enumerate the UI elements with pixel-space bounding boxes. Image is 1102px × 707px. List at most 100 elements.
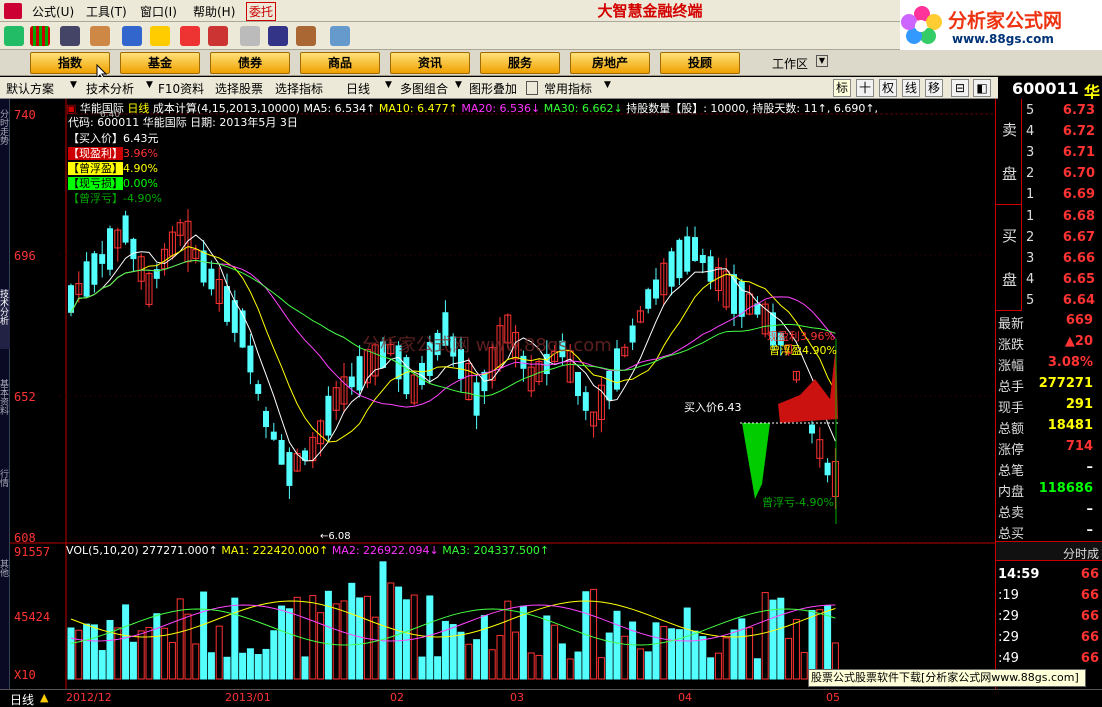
weituo-button[interactable]: 委托 (246, 2, 277, 21)
header-holding: 持股数量【股】: 10000, (626, 102, 749, 115)
tab-dropdown-icon[interactable]: ▼ (604, 80, 611, 90)
tool-crosshair-button[interactable]: 十 (856, 79, 874, 97)
info-current-profit: 【现盈利】3.96% (68, 147, 158, 160)
tab-dropdown-icon[interactable]: ▼ (146, 80, 153, 90)
buy-level-5[interactable]: 5 6.64 (1022, 291, 1102, 312)
info-current-loss: 【现亏损】0.00% (68, 177, 158, 190)
print-icon[interactable] (240, 26, 260, 46)
category-fund-button[interactable]: 基金 (120, 52, 200, 74)
category-service-button[interactable]: 服务 (480, 52, 560, 74)
help-icon[interactable] (330, 26, 350, 46)
volume-bar (324, 590, 332, 680)
kline-chart-panel[interactable]: 740 696 652 608 91557 45424 X10 ▣ 华能国际 日线 成本计… (10, 99, 995, 689)
volume-bar (200, 591, 208, 680)
tab-dropdown-icon[interactable]: ▼ (70, 80, 77, 90)
tool-rights-button[interactable]: 权 (879, 79, 897, 97)
tool-mark-button[interactable]: 标 (833, 79, 851, 97)
tool-line-button[interactable]: 线 (902, 79, 920, 97)
icon-toolbar (0, 22, 900, 50)
tick-row: 14:59 66 (998, 567, 1099, 582)
candle-body (239, 310, 246, 348)
candle-body (419, 362, 425, 386)
header-ma30: MA30: 6.662↓ (543, 102, 623, 115)
tab-technical-analysis[interactable]: 技术分析 (86, 80, 134, 97)
sell-level-3[interactable]: 3 6.71 (1022, 143, 1102, 164)
volume-bar (395, 586, 403, 680)
left-tab-technical[interactable]: 技术分析 (0, 289, 10, 349)
volume-bar (231, 597, 239, 680)
candle-body (699, 254, 706, 264)
candle-body (122, 215, 129, 243)
category-advisor-button[interactable]: 投顾 (660, 52, 740, 74)
app-icon[interactable] (4, 3, 22, 19)
workspace-dropdown-icon[interactable]: ▼ (816, 55, 828, 67)
tab-dropdown-icon[interactable]: ▼ (455, 80, 462, 90)
refresh-icon[interactable] (180, 26, 200, 46)
date-tick-label: 2013/01 (225, 691, 271, 704)
menu-window[interactable]: 窗口(I) (140, 3, 177, 20)
tab-common-indicators[interactable]: 常用指标 (544, 80, 592, 97)
category-bond-button[interactable]: 债券 (210, 52, 290, 74)
tool-minimize-button[interactable]: ⊟ (951, 79, 969, 97)
date-tick-label: 04 (678, 691, 692, 704)
tab-daily[interactable]: 日线 (346, 80, 370, 97)
category-commodity-button[interactable]: 商品 (300, 52, 380, 74)
candle-body (107, 228, 113, 270)
candle-body (575, 371, 581, 397)
tab-f10[interactable]: F10资料 (158, 80, 204, 97)
volume-bar (246, 648, 254, 680)
volume-bar (153, 613, 161, 680)
diamond-icon[interactable] (150, 26, 170, 46)
tick-row: :49 66 (998, 651, 1099, 666)
chart-icon[interactable] (208, 26, 228, 46)
ad-banner[interactable]: 股票公式股票软件下载[分析家公式网www.88gs.com] (808, 669, 1086, 687)
binoculars-icon[interactable] (60, 26, 80, 46)
sell-level-2[interactable]: 2 6.70 (1022, 164, 1102, 185)
workspace-label[interactable]: 工作区 (772, 55, 808, 72)
tab-select-stock[interactable]: 选择股票 (215, 80, 263, 97)
tab-overlay[interactable]: 图形叠加 (469, 80, 517, 97)
home-icon[interactable] (4, 26, 24, 46)
window-icon[interactable] (268, 26, 288, 46)
left-tab-fundamentals[interactable]: 基本资料 (0, 379, 10, 439)
buy-level-1[interactable]: 1 6.68 (1022, 207, 1102, 228)
date-tick-label: 03 (510, 691, 524, 704)
info-icon[interactable] (122, 26, 142, 46)
tool-layout-button[interactable]: ◧ (973, 79, 991, 97)
volume-bar (83, 623, 91, 680)
buy-level-3[interactable]: 3 6.66 (1022, 249, 1102, 270)
sell-level-5[interactable]: 5 6.73 (1022, 101, 1102, 122)
date-axis-bar: 日线 ▲ 2012/12 2013/01 02 03 04 05 (0, 689, 1102, 707)
date-tick-label: 05 (826, 691, 840, 704)
tab-dropdown-icon[interactable]: ▼ (385, 80, 392, 90)
category-news-button[interactable]: 资讯 (390, 52, 470, 74)
tab-default-scheme[interactable]: 默认方案 (6, 80, 54, 97)
left-tab-quote[interactable]: 行情 (0, 469, 10, 509)
site-logo: 分析家公式网 www.88gs.com (900, 0, 1102, 50)
menu-tools[interactable]: 工具(T) (86, 3, 127, 20)
sell-level-4[interactable]: 4 6.72 (1022, 122, 1102, 143)
tab-select-indicator[interactable]: 选择指标 (275, 80, 323, 97)
quote-row: 总笔 – (998, 460, 1093, 479)
sell-level-1[interactable]: 1 6.69 (1022, 185, 1102, 206)
volume-bar (738, 618, 746, 680)
lock-icon[interactable] (526, 81, 538, 95)
bars-icon[interactable] (30, 26, 50, 46)
left-tab-intraday[interactable]: 分时走势 (0, 109, 10, 169)
period-up-icon[interactable]: ▲ (40, 691, 48, 704)
buy-level-2[interactable]: 2 6.67 (1022, 228, 1102, 249)
left-vertical-tabs: 分时走势 技术分析 基本资料 行情 其他 (0, 99, 10, 689)
buy-level-4[interactable]: 4 6.65 (1022, 270, 1102, 291)
bell-icon[interactable] (90, 26, 110, 46)
category-realestate-button[interactable]: 房地产 (570, 52, 650, 74)
logo-url: www.88gs.com (952, 32, 1054, 46)
menu-bar: 公式(U) 工具(T) 窗口(I) 帮助(H) 委托 (0, 0, 900, 22)
tab-multi-chart[interactable]: 多图组合 (400, 80, 448, 97)
candle-body (614, 348, 620, 390)
menu-formula[interactable]: 公式(U) (32, 3, 74, 20)
menu-help[interactable]: 帮助(H) (193, 3, 235, 20)
left-tab-other[interactable]: 其他 (0, 559, 10, 599)
books-icon[interactable] (296, 26, 316, 46)
status-period[interactable]: 日线 (10, 691, 34, 707)
tool-move-button[interactable]: 移 (925, 79, 943, 97)
